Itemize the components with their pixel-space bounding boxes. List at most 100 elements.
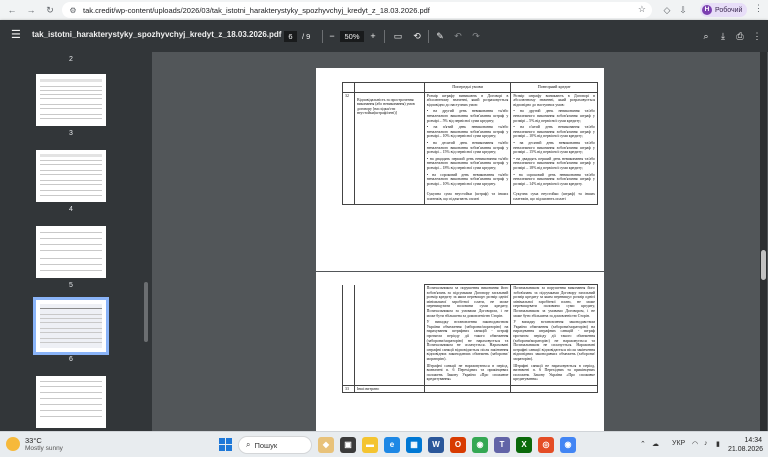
browser-toolbar: ← → ↻ ⚙ tak.credit/wp-content/uploads/20…: [0, 0, 768, 20]
app-icon[interactable]: ◎: [538, 437, 554, 453]
paragraph: Позичальником за порушення виконання йог…: [426, 286, 509, 318]
print-icon[interactable]: ⎙: [734, 30, 746, 43]
excel-icon[interactable]: X: [516, 437, 532, 453]
table-cell: [342, 284, 355, 386]
paragraph: • на другий день невиконання та/або нена…: [513, 109, 595, 123]
file-explorer-icon[interactable]: ▬: [362, 437, 378, 453]
site-info-icon[interactable]: ⚙: [66, 6, 80, 15]
paragraph: • на сороковий день невиконання та/або н…: [426, 172, 509, 186]
thumbnail-label: 4: [69, 206, 73, 213]
table-cell: [342, 82, 355, 93]
paragraph: • на десятий день невиконання та/або нен…: [426, 140, 509, 155]
clock-date: 21.08.2026: [728, 446, 764, 453]
fit-page-icon[interactable]: ▭: [392, 30, 404, 43]
thumbnail-page-6[interactable]: [33, 297, 109, 355]
onedrive-icon[interactable]: ☁: [652, 440, 659, 448]
table-cell: [353, 82, 425, 93]
table-cell: [510, 384, 598, 394]
word-icon[interactable]: W: [428, 437, 444, 453]
profile-label: Робочий: [715, 6, 743, 14]
windows-start-icon[interactable]: [219, 438, 233, 452]
row-title: Відповідальність за прострочення виконан…: [353, 91, 425, 206]
menu-icon[interactable]: ☰: [11, 28, 21, 41]
taskbar: 33°C Mostly sunny ⌕ Пошук ◆ ▣ ▬ e ▦ W O …: [0, 431, 768, 457]
volume-icon[interactable]: ♪: [704, 440, 708, 447]
document-viewer: Попередні умови Повторний кредит 32 Відп…: [152, 52, 768, 431]
paragraph: Штрафні санкції не нараховуються в періо…: [426, 363, 509, 382]
thumbnail-page-5[interactable]: [36, 226, 106, 278]
forward-icon[interactable]: →: [24, 3, 38, 17]
more-options-icon[interactable]: ⋮: [751, 30, 763, 43]
toolbar-divider: [384, 30, 385, 43]
address-url[interactable]: tak.credit/wp-content/uploads/2026/03/ta…: [83, 6, 430, 15]
battery-icon[interactable]: ▮: [716, 440, 720, 448]
wifi-icon[interactable]: ◠: [692, 440, 698, 448]
download-icon[interactable]: ⤓: [717, 30, 729, 43]
new-terms-cell: Розмір штрафу виникають в Договорі в абс…: [510, 91, 598, 206]
store-icon[interactable]: ▦: [406, 437, 422, 453]
paragraph: Розмір штрафу виникають в Договорі в абс…: [513, 93, 595, 107]
thumbnail-label: 2: [69, 56, 73, 63]
thumbnail-page-3[interactable]: [36, 74, 106, 126]
back-icon[interactable]: ←: [5, 3, 19, 17]
page-number-input[interactable]: 6: [284, 31, 297, 42]
zoom-input[interactable]: 50%: [340, 31, 364, 42]
thumbnail-label: 5: [69, 282, 73, 289]
thumbnail-page-7[interactable]: [36, 376, 106, 428]
previous-terms-cell: Позичальником за порушення виконання йог…: [423, 284, 512, 386]
taskbar-search[interactable]: ⌕ Пошук: [238, 436, 312, 454]
weather-widget[interactable]: 33°C Mostly sunny: [6, 436, 63, 452]
weather-condition: Mostly sunny: [25, 445, 63, 452]
bookmark-star-icon[interactable]: ☆: [638, 4, 646, 15]
download-icon[interactable]: ⇩: [676, 3, 690, 17]
redo-icon[interactable]: ↷: [470, 30, 482, 43]
toolbar-divider: [428, 30, 429, 43]
thumbnail-page-4[interactable]: [36, 150, 106, 202]
toolbar-divider: [322, 30, 323, 43]
search-label: Пошук: [254, 440, 278, 450]
extension-icon[interactable]: ◇: [660, 3, 674, 17]
edge-icon[interactable]: e: [384, 437, 400, 453]
paragraph: • на другий день невиконання та/або нена…: [426, 109, 509, 123]
rotate-icon[interactable]: ⟲: [411, 30, 423, 43]
pdf-page: Попередні умови Повторний кредит 32 Відп…: [316, 68, 604, 271]
avatar: Н: [702, 5, 712, 15]
table-cell: [353, 284, 425, 386]
conditions-table: Попередні умови Повторний кредит 32 Відп…: [342, 82, 598, 206]
zoom-out-button[interactable]: −: [326, 30, 338, 43]
paragraph: Позичальником за порушення виконання йог…: [513, 286, 595, 318]
thumbnail-label: 3: [69, 130, 73, 137]
reload-icon[interactable]: ↻: [43, 3, 57, 17]
paragraph: Сукупна сума неустойки (штраф) та інших …: [513, 192, 595, 201]
undo-icon[interactable]: ↶: [452, 30, 464, 43]
browser-menu-icon[interactable]: ⋮: [754, 3, 763, 14]
tray-chevron-icon[interactable]: ⌃: [640, 440, 646, 448]
draw-icon[interactable]: ✎: [434, 30, 446, 43]
search-icon[interactable]: ⌕: [700, 30, 712, 43]
profile-button[interactable]: Н Робочий: [700, 3, 748, 17]
table-cell: [423, 384, 512, 394]
paragraph: У випадку встановлення законодавством Ук…: [426, 320, 509, 361]
paragraph: Сукупна сума неустойки (штраф) та інших …: [426, 192, 509, 201]
search-icon: ⌕: [246, 440, 251, 449]
taskbar-clock[interactable]: 14:34 21.08.2026: [728, 436, 764, 454]
office-icon[interactable]: O: [450, 437, 466, 453]
language-indicator[interactable]: УКР: [672, 440, 685, 447]
sun-icon: [6, 437, 20, 451]
teams-icon[interactable]: T: [494, 437, 510, 453]
paragraph: Штрафні санкції не нараховуються в періо…: [513, 363, 595, 382]
thumbnail-label: 6: [69, 356, 73, 363]
viewer-scrollbar[interactable]: [760, 52, 767, 431]
thumbnail-sidebar: 2 3 4 5 6 7: [0, 52, 152, 439]
address-bar[interactable]: ⚙ tak.credit/wp-content/uploads/2026/03/…: [62, 2, 652, 18]
column-header: Повторний кредит: [510, 82, 598, 93]
copilot-icon[interactable]: ◆: [318, 437, 334, 453]
chrome-icon[interactable]: ◉: [472, 437, 488, 453]
task-view-icon[interactable]: ▣: [340, 437, 356, 453]
pdf-page: Позичальником за порушення виконання йог…: [316, 272, 604, 431]
scrollbar-thumb[interactable]: [761, 250, 766, 280]
sidebar-scrollbar[interactable]: [144, 282, 148, 342]
chrome-profile-icon[interactable]: ◉: [560, 437, 576, 453]
clock-time: 14:34: [744, 437, 762, 444]
zoom-in-button[interactable]: +: [367, 30, 379, 43]
